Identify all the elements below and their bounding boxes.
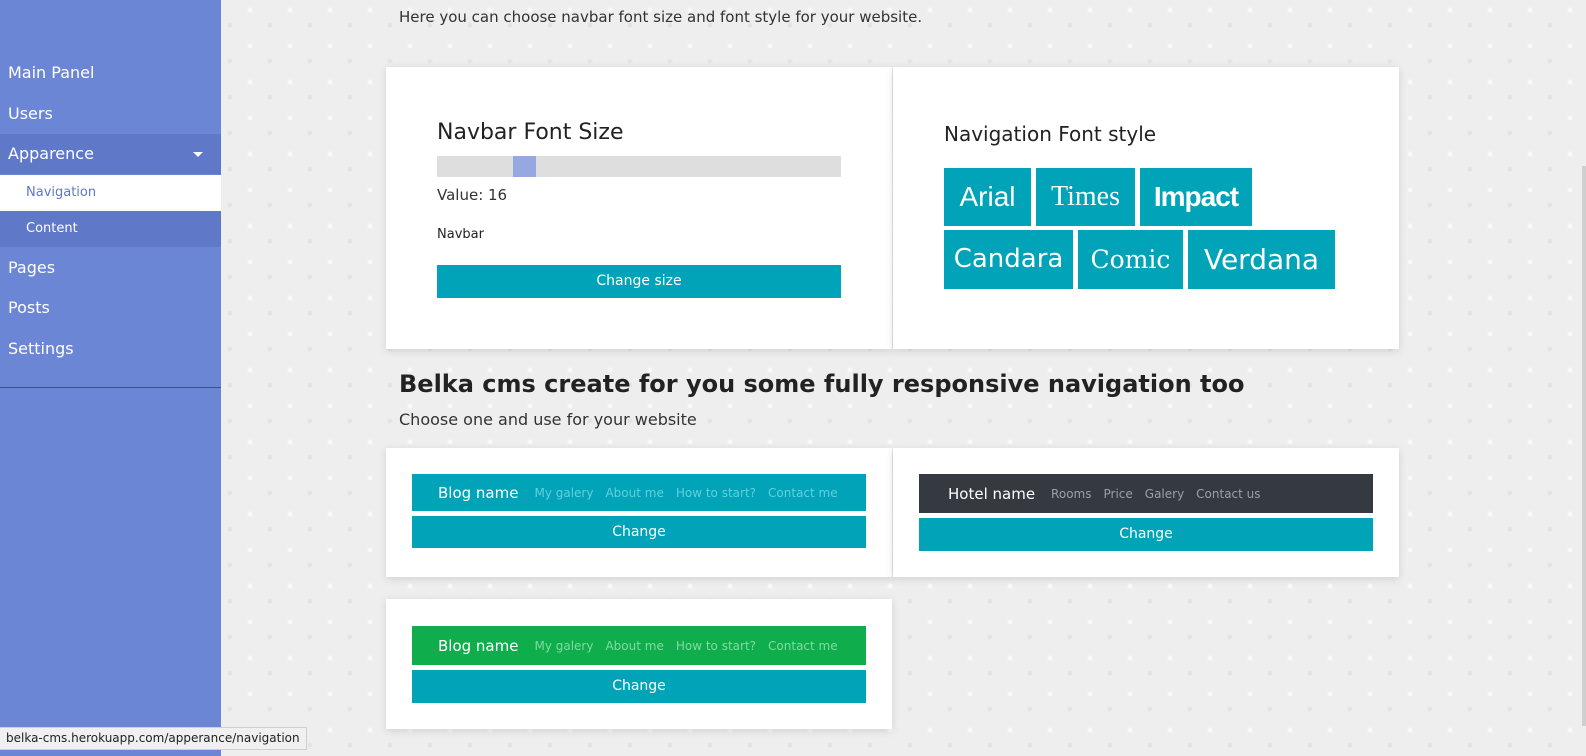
nav-link: Rooms [1051, 486, 1092, 501]
font-size-value: Value: 16 [437, 186, 508, 204]
nav-template-preview: Blog name My galery About me How to star… [412, 626, 866, 665]
caret-down-icon [193, 152, 203, 157]
nav-link: How to start? [675, 485, 757, 500]
nav-link: About me [605, 638, 664, 653]
font-style-card: Navigation Font style Arial Times Impact… [893, 67, 1399, 349]
font-option-verdana[interactable]: Verdana [1188, 230, 1335, 289]
sidebar-divider [0, 387, 221, 388]
nav-link: Galery [1144, 486, 1185, 501]
sidebar: Main Panel Users Apparence Navigation Co… [0, 0, 221, 756]
font-option-times[interactable]: Times [1036, 168, 1135, 226]
font-option-comic[interactable]: Comic [1078, 230, 1183, 289]
change-nav-button[interactable]: Change [412, 670, 866, 703]
nav-template-preview: Hotel name Rooms Price Galery Contact us [919, 474, 1373, 513]
card-title: Navigation Font style [944, 122, 1157, 146]
sidebar-subitem-navigation[interactable]: Navigation [0, 175, 221, 211]
nav-template-preview: Blog name My galery About me How to star… [412, 474, 866, 511]
scrollbar[interactable] [1582, 166, 1586, 726]
sidebar-item-settings[interactable]: Settings [0, 329, 221, 369]
sidebar-subitem-content[interactable]: Content [0, 211, 221, 247]
status-bar-url: belka-cms.herokuapp.com/apperance/naviga… [0, 727, 307, 750]
sidebar-item-label: Apparence [8, 144, 94, 163]
nav-link: My galery [534, 485, 594, 500]
sidebar-item-apparence[interactable]: Apparence [0, 134, 221, 174]
font-option-impact[interactable]: Impact [1140, 168, 1252, 226]
nav-link: About me [605, 485, 664, 500]
section-title: Belka cms create for you some fully resp… [399, 370, 1245, 398]
sidebar-item-pages[interactable]: Pages [0, 248, 221, 288]
nav-link: Contact me [768, 638, 838, 653]
change-nav-button[interactable]: Change [919, 518, 1373, 551]
slider-thumb[interactable] [513, 156, 536, 177]
nav-brand: Blog name [438, 636, 519, 655]
change-size-button[interactable]: Change size [437, 265, 841, 298]
nav-template-card-1: Blog name My galery About me How to star… [386, 448, 892, 577]
page-intro: Here you can choose navbar font size and… [399, 8, 923, 26]
nav-link: My galery [534, 638, 594, 653]
font-size-card: Navbar Font Size Value: 16 Navbar Change… [386, 67, 892, 349]
nav-template-card-2: Hotel name Rooms Price Galery Contact us… [893, 448, 1399, 577]
section-subtitle: Choose one and use for your website [399, 410, 697, 429]
card-title: Navbar Font Size [437, 120, 624, 145]
navbar-sample-text: Navbar [437, 227, 484, 242]
sidebar-item-posts[interactable]: Posts [0, 288, 221, 328]
change-nav-button[interactable]: Change [412, 516, 866, 548]
nav-link: Contact me [768, 485, 838, 500]
nav-link: How to start? [675, 638, 757, 653]
nav-link: Contact us [1196, 486, 1261, 501]
nav-brand: Hotel name [948, 484, 1036, 503]
sidebar-item-users[interactable]: Users [0, 94, 221, 134]
font-option-candara[interactable]: Candara [944, 230, 1073, 289]
font-size-slider[interactable] [437, 156, 841, 177]
sidebar-item-main-panel[interactable]: Main Panel [0, 53, 221, 93]
font-option-arial[interactable]: Arial [944, 168, 1031, 226]
nav-template-card-3: Blog name My galery About me How to star… [386, 599, 892, 729]
nav-brand: Blog name [438, 483, 519, 502]
nav-link: Price [1103, 486, 1133, 501]
